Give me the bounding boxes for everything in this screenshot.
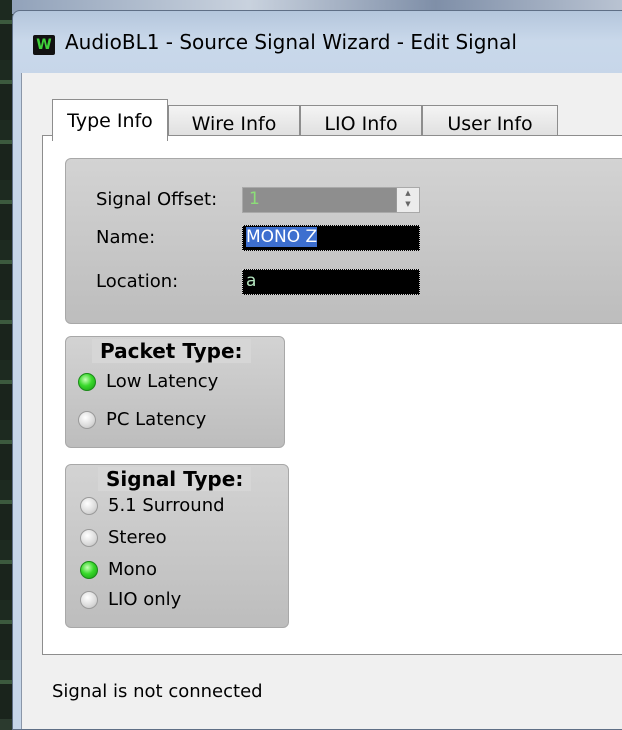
status-text: Signal is not connected: [52, 681, 263, 702]
signal-offset-stepper[interactable]: 1 ▲ ▼: [242, 187, 420, 213]
signal-offset-value: 1: [249, 189, 260, 209]
stepper-down-icon[interactable]: ▼: [397, 199, 419, 210]
packet-type-title: Packet Type:: [92, 339, 251, 363]
radio-low-latency[interactable]: Low Latency: [78, 371, 218, 392]
location-label: Location:: [96, 271, 179, 292]
radio-pc-latency[interactable]: PC Latency: [78, 409, 206, 430]
led-off-icon: [80, 496, 98, 515]
signal-type-group: Signal Type: 5.1 Surround Stereo Mono LI…: [65, 464, 289, 628]
radio-label: Stereo: [108, 527, 167, 548]
wizard-window: W AudioBL1 - Source Signal Wizard - Edit…: [12, 10, 622, 730]
led-off-icon: [80, 528, 98, 547]
client-area: Type Info Wire Info LIO Info User Info S…: [21, 73, 622, 729]
radio-5-1-surround[interactable]: 5.1 Surround: [80, 495, 225, 516]
app-icon: W: [33, 35, 55, 55]
led-on-icon: [80, 560, 98, 579]
radio-label: 5.1 Surround: [108, 495, 225, 516]
radio-label: PC Latency: [106, 409, 207, 430]
stepper-buttons[interactable]: ▲ ▼: [396, 188, 419, 212]
location-value: a: [246, 271, 257, 291]
name-label: Name:: [96, 227, 156, 248]
name-field[interactable]: MONO Z: [242, 225, 420, 251]
packet-type-group: Packet Type: Low Latency PC Latency: [65, 336, 285, 448]
radio-label: LIO only: [108, 589, 182, 610]
desktop-edge: [0, 0, 12, 719]
stepper-up-icon[interactable]: ▲: [397, 188, 419, 199]
window-title: AudioBL1 - Source Signal Wizard - Edit S…: [65, 30, 517, 54]
signal-type-title: Signal Type:: [98, 467, 252, 491]
radio-stereo[interactable]: Stereo: [80, 527, 167, 548]
title-bar[interactable]: W AudioBL1 - Source Signal Wizard - Edit…: [13, 11, 622, 77]
radio-label: Low Latency: [106, 371, 219, 392]
location-field[interactable]: a: [242, 269, 420, 295]
led-on-icon: [78, 372, 96, 391]
radio-lio-only[interactable]: LIO only: [80, 589, 181, 610]
led-off-icon: [80, 590, 98, 609]
signal-properties-group: Signal Offset: 1 ▲ ▼ Name: MONO Z Locati…: [65, 158, 622, 324]
signal-offset-label: Signal Offset:: [96, 189, 218, 210]
name-value: MONO Z: [246, 227, 318, 247]
radio-mono[interactable]: Mono: [80, 559, 157, 580]
radio-label: Mono: [108, 559, 157, 580]
type-info-panel: Signal Offset: 1 ▲ ▼ Name: MONO Z Locati…: [42, 135, 622, 655]
tab-type-info[interactable]: Type Info: [52, 99, 168, 141]
led-off-icon: [78, 410, 96, 429]
